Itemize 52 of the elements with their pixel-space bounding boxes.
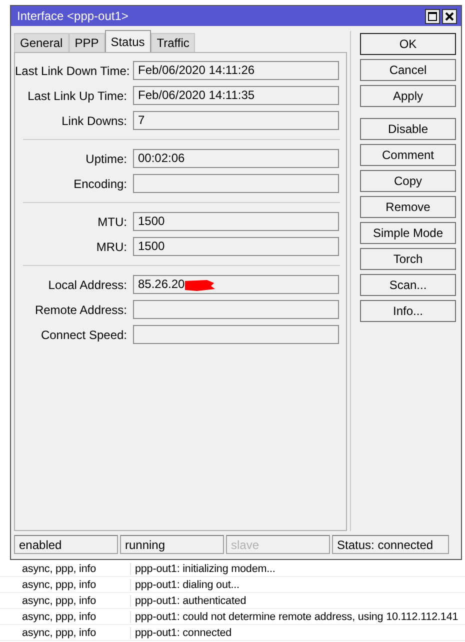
dialog-button[interactable]: Copy <box>360 170 456 192</box>
dialog-button[interactable]: Scan... <box>360 274 456 296</box>
read-only-field[interactable]: 00:02:06 <box>133 149 339 168</box>
dialog-button[interactable]: Info... <box>360 300 456 322</box>
log-message: ppp-out1: connected <box>130 626 232 638</box>
field-label: MRU: <box>95 240 127 254</box>
read-only-field[interactable]: 1500 <box>133 237 339 256</box>
status-cell: Status: connected <box>332 535 449 554</box>
field-label: MTU: <box>96 214 127 228</box>
read-only-field[interactable] <box>133 300 339 319</box>
dialog-button[interactable]: Cancel <box>360 59 456 81</box>
field-label: Link Downs: <box>60 114 127 128</box>
read-only-field[interactable]: Feb/06/2020 14:11:26 <box>133 61 339 80</box>
log-topics: async, ppp, info <box>21 578 98 590</box>
tab[interactable]: Status <box>104 30 151 52</box>
field-label: Connect Speed: <box>40 328 127 342</box>
dialog-button[interactable]: Disable <box>360 118 456 140</box>
field-label: Last Link Up Time: <box>26 88 127 102</box>
read-only-field[interactable]: 7 <box>133 111 339 130</box>
log-message: ppp-out1: dialing out... <box>130 578 240 590</box>
dialog-button[interactable]: Torch <box>360 248 456 270</box>
read-only-field[interactable]: Feb/06/2020 14:11:35 <box>133 86 339 105</box>
status-cell: running <box>120 535 224 554</box>
window-title: Interface <ppp-out1> <box>17 9 130 23</box>
log-topics: async, ppp, info <box>21 594 98 606</box>
log-topics: async, ppp, info <box>21 562 98 574</box>
log-message: ppp-out1: could not determine remote address, using 10.112.112.141 <box>130 610 458 622</box>
log-message: ppp-out1: authenticated <box>130 594 246 606</box>
read-only-field[interactable]: 1500 <box>133 212 339 231</box>
read-only-field[interactable] <box>133 325 339 344</box>
tab[interactable]: Traffic <box>150 33 196 52</box>
dialog-button[interactable]: Simple Mode <box>360 222 456 244</box>
status-cell: slave <box>226 535 330 554</box>
field-label: Uptime: <box>84 152 127 166</box>
field-label: Local Address: <box>47 278 127 292</box>
log-message: ppp-out1: initializing modem... <box>130 562 276 574</box>
log-topics: async, ppp, info <box>21 626 98 638</box>
field-label: Remote Address: <box>34 302 127 316</box>
dialog-button[interactable]: Comment <box>360 144 456 166</box>
status-cell: enabled <box>14 535 118 554</box>
dialog-button[interactable]: OK <box>360 33 456 55</box>
dialog-button[interactable]: Apply <box>360 85 456 107</box>
read-only-field[interactable]: 85.26.20 <box>133 275 339 294</box>
tab[interactable]: PPP <box>68 33 105 52</box>
tab[interactable]: General <box>14 33 69 52</box>
field-label: Encoding: <box>72 176 127 190</box>
read-only-field[interactable] <box>133 174 339 193</box>
field-label: Last Link Down Time: <box>15 64 127 78</box>
close-icon[interactable] <box>442 8 457 24</box>
dialog-button[interactable]: Remove <box>360 196 456 218</box>
maximize-icon[interactable] <box>425 8 440 24</box>
log-topics: async, ppp, info <box>21 610 98 622</box>
